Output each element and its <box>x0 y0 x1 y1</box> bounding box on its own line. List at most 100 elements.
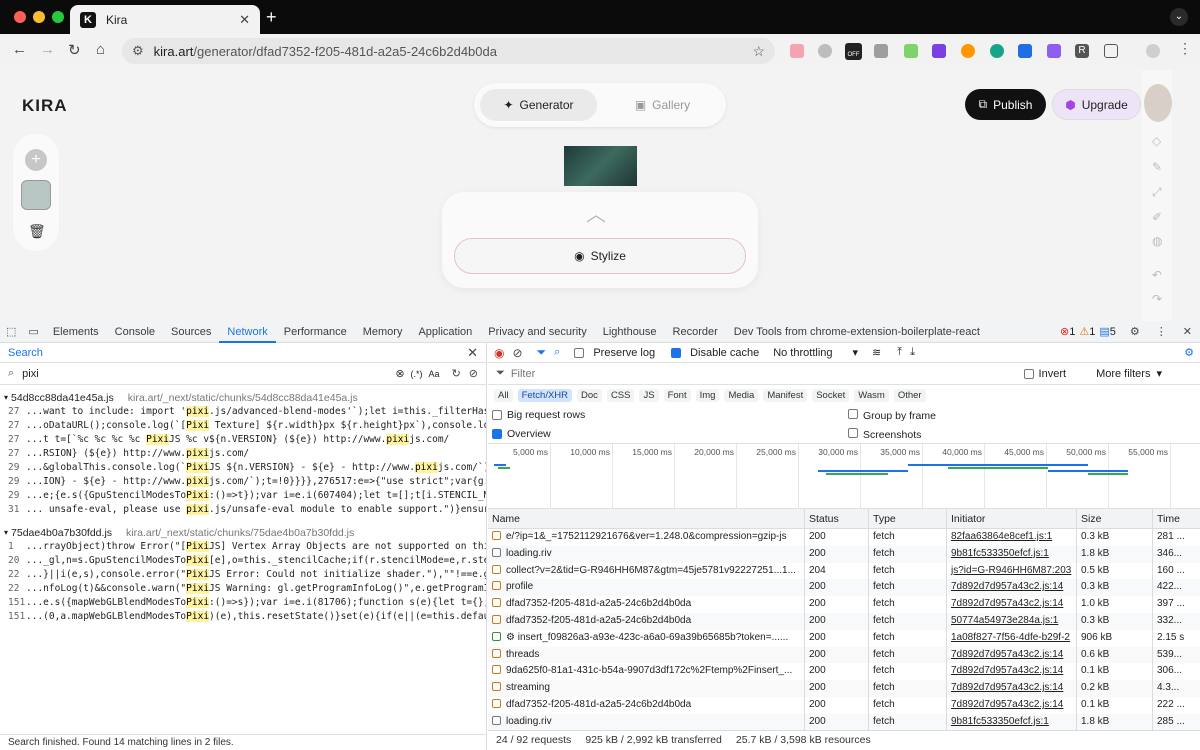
cell-initiator[interactable]: 7d892d7d957a43c2.js:14 <box>946 646 1076 664</box>
clear-search-icon[interactable]: ⊗ <box>395 367 404 380</box>
cell-initiator-text[interactable]: 7d892d7d957a43c2.js:14 <box>951 699 1063 710</box>
record-icon[interactable]: ◉ <box>494 346 504 360</box>
brush-icon[interactable]: ✎ <box>1152 160 1162 174</box>
type-filter-doc[interactable]: Doc <box>577 388 602 402</box>
new-tab-button[interactable]: + <box>266 7 277 28</box>
cell-initiator-text[interactable]: 1a08f827-7f56-4dfe-b29f-2 <box>951 632 1070 643</box>
type-filter-js[interactable]: JS <box>639 388 659 402</box>
invert-checkbox[interactable] <box>1023 368 1034 379</box>
big-rows-checkbox[interactable] <box>492 409 502 420</box>
device-toolbar-icon[interactable]: ▭ <box>22 325 44 338</box>
clear-icon[interactable]: ⊘ <box>512 346 522 360</box>
profile-avatar[interactable] <box>1146 44 1160 58</box>
cell-initiator-text[interactable]: 50774a54973e284a.js:1 <box>951 615 1058 626</box>
address-bar[interactable]: ⚙ kira.art/generator/dfad7352-f205-481d-… <box>122 38 775 64</box>
type-filter-manifest[interactable]: Manifest <box>763 388 808 402</box>
tab-performance[interactable]: Performance <box>276 321 355 343</box>
extension-icon[interactable] <box>874 44 888 58</box>
cell-initiator[interactable]: 1a08f827-7f56-4dfe-b29f-2 <box>946 629 1076 647</box>
cell-initiator-text[interactable]: 7d892d7d957a43c2.js:14 <box>951 598 1063 609</box>
extension-icon[interactable] <box>818 44 832 58</box>
col-initiator[interactable]: Initiator <box>946 509 1076 528</box>
search-icon[interactable]: ⌕ <box>554 346 560 359</box>
search-result-line[interactable]: 31 ... unsafe-eval, please use pixi.js/un… <box>0 503 486 517</box>
export-har-icon[interactable]: ⤓ <box>910 346 915 359</box>
clear-results-icon[interactable]: ⊘ <box>469 367 478 380</box>
warning-count-icon[interactable]: ⚠ <box>1075 325 1089 338</box>
regex-toggle[interactable]: (.*) <box>411 369 423 379</box>
request-row[interactable]: collect?v=2&tid=G-R946HH6M87&gtm=45je578… <box>488 562 1200 580</box>
home-icon[interactable]: ⌂ <box>96 41 105 58</box>
throttling-select[interactable]: No throttling <box>773 347 832 359</box>
col-size[interactable]: Size <box>1076 509 1152 528</box>
tab-search-button[interactable]: ⌄ <box>1170 8 1188 26</box>
user-avatar[interactable] <box>1144 84 1172 122</box>
back-icon[interactable]: ← <box>12 41 27 58</box>
gallery-tab[interactable]: ▣ Gallery <box>604 89 721 121</box>
eraser-icon[interactable]: ◇ <box>1152 134 1161 148</box>
close-devtools-icon[interactable]: ✕ <box>1175 325 1200 338</box>
type-filter-media[interactable]: Media <box>724 388 759 402</box>
minimize-window-button[interactable] <box>33 11 45 23</box>
redo-icon[interactable]: ↷ <box>1152 292 1162 306</box>
col-type[interactable]: Type <box>868 509 946 528</box>
tab-elements[interactable]: Elements <box>45 321 107 343</box>
col-name[interactable]: Name <box>488 509 804 528</box>
tab-recorder[interactable]: Recorder <box>665 321 726 343</box>
match-case-toggle[interactable]: Aa <box>429 369 440 379</box>
pen-icon[interactable]: ✐ <box>1152 210 1162 224</box>
trash-icon[interactable]: 🗑 <box>28 223 46 240</box>
overview-checkbox[interactable] <box>492 428 502 439</box>
extension-icon[interactable] <box>990 44 1004 58</box>
search-result-line[interactable]: 29 ...ION} - ${e} - http://www.pixijs.com… <box>0 475 486 489</box>
type-filter-fetchxhr[interactable]: Fetch/XHR <box>517 388 573 402</box>
tab-lighthouse[interactable]: Lighthouse <box>595 321 665 343</box>
search-file-group[interactable]: ▾ 54d8cc88da41e45a.js kira.art/_next/stati… <box>0 390 486 405</box>
cell-initiator[interactable]: 7d892d7d957a43c2.js:14 <box>946 663 1076 681</box>
extension-icon[interactable] <box>904 44 918 58</box>
extension-r-icon[interactable]: R <box>1075 44 1089 58</box>
undo-icon[interactable]: ↶ <box>1152 268 1162 282</box>
search-result-line[interactable]: 1 ...rrayObject)throw Error("[PixiJS] Ver… <box>0 540 486 554</box>
tab-memory[interactable]: Memory <box>355 321 411 343</box>
extension-off-icon[interactable]: OFF <box>845 43 862 60</box>
tab-application[interactable]: Application <box>410 321 480 343</box>
close-search-icon[interactable]: ✕ <box>467 345 478 361</box>
cell-initiator[interactable]: 7d892d7d957a43c2.js:14 <box>946 579 1076 597</box>
extensions-puzzle-icon[interactable] <box>1104 44 1118 58</box>
cell-initiator[interactable]: js?id=G-R946HH6M87:203 <box>946 562 1076 580</box>
disable-cache-checkbox[interactable] <box>671 347 682 358</box>
cell-initiator-text[interactable]: 82faa63864e8cef1.js:1 <box>951 531 1052 542</box>
network-settings-icon[interactable]: ⚙ <box>1184 346 1194 359</box>
cell-initiator-text[interactable]: 7d892d7d957a43c2.js:14 <box>951 682 1063 693</box>
expand-triangle-icon[interactable]: ▾ <box>4 393 8 402</box>
collapse-chevron-icon[interactable]: ︿ <box>586 198 606 227</box>
extension-icon[interactable] <box>1047 44 1061 58</box>
request-row[interactable]: ⚙ insert_f09826a3-a93e-423c-a6a0-69a39b6… <box>488 629 1200 647</box>
forward-icon[interactable]: → <box>40 41 55 58</box>
tab-console[interactable]: Console <box>107 321 163 343</box>
site-info-icon[interactable]: ⚙ <box>132 43 144 59</box>
bookmark-star-icon[interactable]: ☆ <box>752 43 765 60</box>
cell-initiator[interactable]: 9b81fc533350efcf.js:1 <box>946 713 1076 731</box>
search-result-line[interactable]: 27 ...want to include: import 'pixi.js/ad… <box>0 405 486 419</box>
palette-icon[interactable]: ◍ <box>1152 234 1162 248</box>
extension-icon[interactable] <box>790 44 804 58</box>
tab-sources[interactable]: Sources <box>163 321 219 343</box>
search-result-line[interactable]: 22 ...nfoLog(t)&&console.warn("PixiJS War… <box>0 582 486 596</box>
request-row[interactable]: dfad7352-f205-481d-a2a5-24c6b2d4b0da 200 f… <box>488 697 1200 714</box>
import-har-icon[interactable]: ⤒ <box>897 346 902 359</box>
screenshots-checkbox[interactable] <box>848 428 858 438</box>
request-row[interactable]: streaming 200 fetch 7d892d7d957a43c2.js:14 0… <box>488 680 1200 697</box>
search-input[interactable]: pixi <box>22 368 395 380</box>
reload-icon[interactable]: ↻ <box>68 41 81 59</box>
browser-tab[interactable]: K Kira ✕ <box>70 5 260 34</box>
cell-initiator-text[interactable]: 9b81fc533350efcf.js:1 <box>951 548 1049 559</box>
col-time[interactable]: Time <box>1152 509 1200 528</box>
refresh-search-icon[interactable]: ↻ <box>452 367 461 380</box>
cell-initiator-text[interactable]: 7d892d7d957a43c2.js:14 <box>951 649 1063 660</box>
error-count-icon[interactable]: ⊗ <box>1056 325 1069 338</box>
close-window-button[interactable] <box>14 11 26 23</box>
network-conditions-icon[interactable]: ≋ <box>872 346 881 359</box>
cell-initiator[interactable]: 7d892d7d957a43c2.js:14 <box>946 697 1076 714</box>
